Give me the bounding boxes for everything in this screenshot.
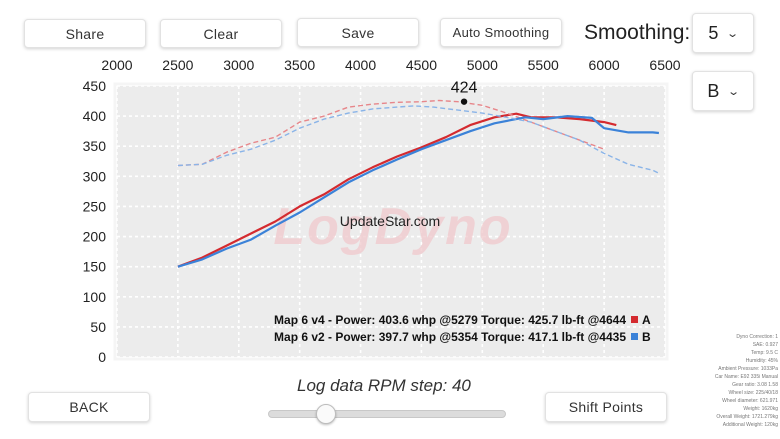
- info-line: Additional Weight: 120kg: [722, 422, 778, 428]
- back-button[interactable]: BACK: [28, 392, 150, 422]
- slider-thumb[interactable]: [315, 404, 336, 424]
- file-select[interactable]: B ⌄: [692, 71, 754, 111]
- info-line: Car Name: E92 335i Manual: [714, 374, 778, 380]
- info-line: Overall Weight: 1721.279kg: [716, 414, 778, 420]
- info-line: Dyno Correction: 1: [736, 334, 778, 340]
- chevron-down-icon: ⌄: [726, 27, 740, 40]
- peak-marker-label: 424: [451, 80, 478, 97]
- info-line: Wheel size: 225/40/18: [728, 390, 778, 396]
- info-line: Wheel diameter: 621.971: [722, 398, 778, 404]
- info-line: Weight: 1620kg: [743, 406, 778, 412]
- auto-smoothing-button[interactable]: Auto Smoothing: [440, 18, 562, 47]
- x-tick-label: 6000: [589, 57, 620, 73]
- x-tick-label: 4000: [345, 57, 376, 73]
- info-line: SAE: 0.927: [752, 342, 778, 348]
- y-tick-label: 400: [83, 108, 107, 124]
- x-tick-label: 2500: [162, 57, 193, 73]
- x-tick-label: 6500: [649, 57, 680, 73]
- y-tick-label: 450: [83, 78, 107, 94]
- chevron-down-icon: ⌄: [727, 85, 741, 98]
- y-tick-label: 0: [98, 349, 106, 365]
- smoothing-value: 5: [708, 22, 719, 43]
- y-tick-label: 250: [83, 198, 107, 214]
- smoothing-label: Smoothing:: [584, 21, 691, 44]
- y-tick-label: 100: [83, 289, 107, 305]
- shift-points-button[interactable]: Shift Points: [545, 392, 667, 422]
- peak-marker-point: [460, 98, 468, 105]
- overlay-text: UpdateStar.com: [340, 213, 440, 229]
- clear-button[interactable]: Clear: [160, 19, 282, 48]
- dyno-info-panel: Dyno Correction: 1 SAE: 0.927 Temp: 9.5 C H…: [668, 333, 778, 429]
- save-button[interactable]: Save: [297, 18, 419, 47]
- file-select-value: B: [707, 80, 720, 101]
- legend-entry-text: Map 6 v2 - Power: 397.7 whp @5354 Torque…: [274, 330, 626, 344]
- y-tick-label: 50: [90, 319, 106, 335]
- y-tick-label: 150: [83, 259, 107, 275]
- x-tick-label: 2000: [101, 57, 132, 73]
- slider-track: [268, 410, 506, 418]
- legend-entry-tag: B: [642, 330, 651, 344]
- info-line: Gear ratio: 3.08 1.58: [732, 382, 778, 388]
- y-tick-label: 350: [83, 138, 107, 154]
- y-tick-label: 200: [83, 229, 107, 245]
- y-tick-label: 300: [83, 168, 107, 184]
- legend-entry-tag: A: [642, 313, 651, 327]
- share-button[interactable]: Share: [24, 19, 146, 48]
- info-line: Humidity: 45%: [745, 358, 778, 364]
- x-tick-label: 5000: [467, 57, 498, 73]
- x-tick-label: 5500: [528, 57, 559, 73]
- x-tick-label: 3000: [223, 57, 254, 73]
- smoothing-select[interactable]: 5 ⌄: [692, 13, 754, 53]
- x-tick-label: 4500: [406, 57, 437, 73]
- legend-color-swatch: [631, 316, 638, 323]
- rpm-step-slider[interactable]: [268, 404, 506, 424]
- info-line: Temp: 9.5 C: [751, 350, 778, 356]
- info-line: Ambient Pressure: 1033Pa: [718, 366, 778, 372]
- dyno-chart: LogDyno UpdateStar.com 424 2000 2500 3000 35…: [0, 50, 690, 380]
- x-tick-label: 3500: [284, 57, 315, 73]
- legend-color-swatch: [631, 333, 638, 340]
- legend-entry-text: Map 6 v4 - Power: 403.6 whp @5279 Torque…: [274, 313, 626, 327]
